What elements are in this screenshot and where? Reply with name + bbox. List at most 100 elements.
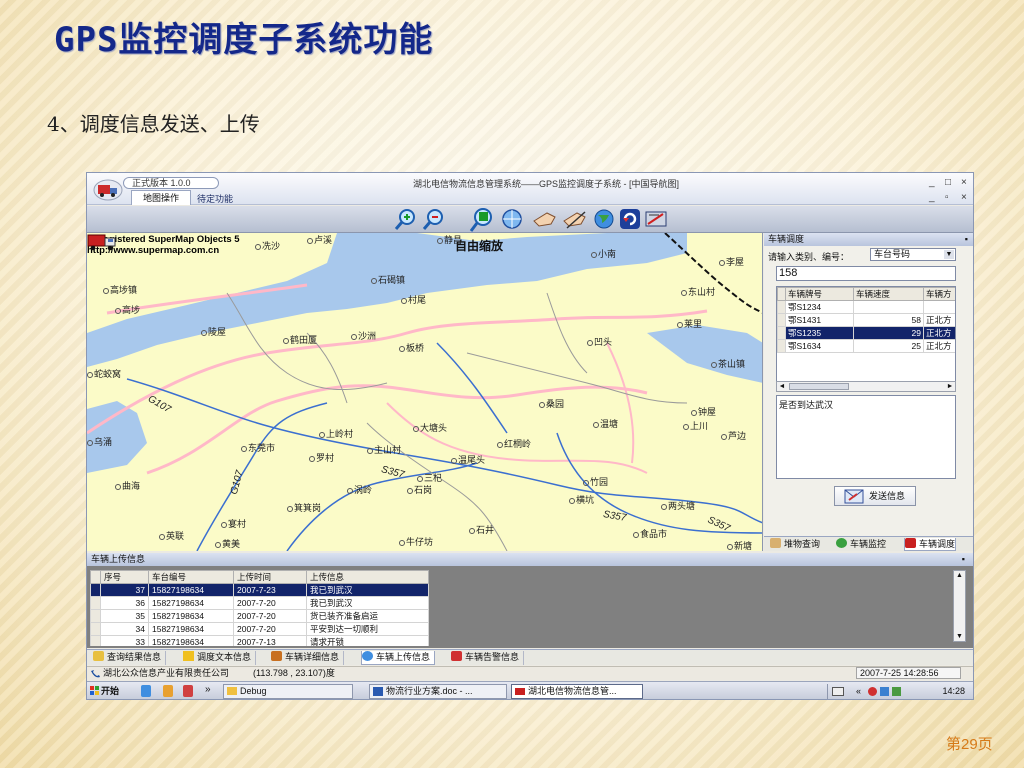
- place-label: 红桐岭: [497, 437, 531, 450]
- place-label: 钟屋: [691, 405, 716, 418]
- tab-vehicle-alarm[interactable]: 车辆告警信息: [451, 651, 525, 665]
- close-button[interactable]: ×: [961, 178, 967, 188]
- table-row[interactable]: 鄂S1431 58 正北方: [777, 313, 955, 327]
- clock[interactable]: 14:28: [942, 684, 965, 698]
- minimize-button[interactable]: _: [929, 178, 935, 188]
- table-row-selected[interactable]: 鄂S1235 29 正北方: [777, 326, 955, 340]
- zoom-in-icon[interactable]: [393, 206, 419, 233]
- measure-icon[interactable]: [561, 206, 589, 233]
- volume-icon[interactable]: [892, 687, 901, 696]
- maximize-button[interactable]: □: [945, 178, 951, 188]
- place-label: 上川: [683, 419, 708, 432]
- dispatch-panel: 车辆调度 ▪ 请输入类别、编号： 车台号码 ▼ 158 车辆牌号 车辆速度 车辆…: [764, 233, 973, 551]
- task-logistics-app[interactable]: 湖北电信物流信息管...: [511, 684, 643, 699]
- scroll-down-icon[interactable]: ▼: [954, 633, 965, 640]
- status-coordinates: (113.798 , 23.107)度: [253, 668, 335, 678]
- vehicle-grid[interactable]: 车辆牌号 车辆速度 车辆方 鄂S1234 鄂S1431 58 正北方 鄂S123…: [776, 286, 956, 382]
- table-row-selected[interactable]: 37 15827198634 2007-7-23 我已到武汉: [90, 583, 429, 597]
- vertical-scrollbar[interactable]: ▲ ▼: [953, 570, 966, 642]
- free-zoom-label: 自由缩放: [455, 239, 504, 253]
- place-label: 两头塘: [661, 499, 695, 512]
- layer-icon[interactable]: [643, 206, 671, 233]
- tray-chevron[interactable]: «: [856, 684, 861, 698]
- place-label: 石井: [469, 523, 494, 536]
- place-label: 涡岭: [347, 483, 372, 496]
- upload-icon: [362, 651, 373, 661]
- title-bar: 正式版本 1.0.0 湖北电信物流信息管理系统——GPS监控调度子系统 - [中…: [87, 173, 973, 205]
- task-debug[interactable]: Debug: [223, 684, 353, 699]
- column-header[interactable]: 序号: [100, 570, 149, 584]
- chevron-down-icon[interactable]: ▼: [944, 250, 954, 259]
- column-header[interactable]: 车辆速度: [853, 287, 924, 301]
- pin-icon[interactable]: ▪: [965, 233, 968, 246]
- tab-cargo-query[interactable]: 堆物查询: [770, 538, 820, 551]
- refresh-icon[interactable]: [617, 206, 643, 233]
- tab-vehicle-upload[interactable]: 车辆上传信息: [361, 651, 436, 665]
- slide-title: GPS监控调度子系统功能: [54, 20, 434, 60]
- table-row[interactable]: 鄂S1234: [777, 300, 955, 314]
- pin-icon[interactable]: ▪: [962, 553, 965, 566]
- column-header[interactable]: 车辆牌号: [785, 287, 854, 301]
- table-row[interactable]: 34 15827198634 2007-7-20 平安到达一切顺利: [90, 622, 429, 636]
- scroll-thumb[interactable]: [789, 383, 849, 390]
- column-header[interactable]: 上传时间: [233, 570, 307, 584]
- task-word-document[interactable]: 物流行业方案.doc - ...: [369, 684, 507, 699]
- table-row[interactable]: 36 15827198634 2007-7-20 我已到武汉: [90, 596, 429, 610]
- place-label: 曲海: [115, 479, 140, 492]
- plate-number-input[interactable]: 158: [776, 266, 956, 281]
- place-label: 村尾: [401, 293, 426, 306]
- child-restore-button[interactable]: ▫: [945, 193, 949, 203]
- tab-vehicle-dispatch[interactable]: 车辆调度: [904, 538, 957, 551]
- app-icon[interactable]: [183, 685, 193, 697]
- column-header[interactable]: 上传信息: [306, 570, 429, 584]
- tab-dispatch-text[interactable]: 调度文本信息: [183, 651, 257, 665]
- place-label: 箕箕岗: [287, 501, 321, 514]
- shield-icon[interactable]: [163, 685, 173, 697]
- send-message-button[interactable]: 发送信息: [834, 486, 916, 506]
- place-label: 东山村: [681, 285, 715, 298]
- vehicle-marker-icon[interactable]: [87, 233, 117, 251]
- full-extent-icon[interactable]: [499, 206, 525, 233]
- child-close-button[interactable]: ×: [961, 193, 967, 203]
- place-label: 英联: [159, 529, 184, 542]
- category-select[interactable]: 车台号码 ▼: [870, 248, 956, 261]
- tab-query-results[interactable]: 查询结果信息: [93, 651, 167, 665]
- globe-icon[interactable]: [591, 206, 617, 233]
- place-label: 上岭村: [319, 427, 353, 440]
- child-minimize-button[interactable]: _: [929, 193, 935, 203]
- ie-icon[interactable]: [141, 685, 151, 697]
- upload-grid[interactable]: 序号 车台编号 上传时间 上传信息 37 15827198634 2007-7-…: [90, 570, 429, 646]
- table-row[interactable]: 33 15827198634 2007-7-13 请求开锁: [90, 635, 429, 646]
- scroll-up-icon[interactable]: ▲: [954, 572, 965, 579]
- scroll-left-icon[interactable]: ◄: [777, 382, 787, 391]
- pan-hand-icon[interactable]: [531, 206, 559, 233]
- dispatch-panel-tabs: 堆物查询 车辆监控 车辆调度: [764, 536, 973, 551]
- keyboard-icon[interactable]: [832, 687, 844, 696]
- quicklaunch-chevron[interactable]: »: [205, 684, 211, 695]
- place-label: 卢溪: [307, 233, 332, 246]
- dispatch-message-input[interactable]: 是否到达武汉: [776, 395, 956, 479]
- tab-vehicle-details[interactable]: 车辆详细信息: [271, 651, 345, 665]
- security-icon[interactable]: [868, 687, 877, 696]
- status-datetime: 2007-7-25 14:28:56: [856, 667, 961, 679]
- map-view[interactable]: Unregistered SuperMap Objects 5 http://w…: [87, 233, 763, 551]
- horizontal-scrollbar[interactable]: ◄ ►: [776, 381, 956, 392]
- word-icon: [373, 687, 383, 696]
- table-row[interactable]: 鄂S1634 25 正北方: [777, 339, 955, 353]
- table-row[interactable]: 35 15827198634 2007-7-20 货已装齐准备启运: [90, 609, 429, 623]
- start-button[interactable]: 开始: [89, 684, 129, 699]
- folder-icon: [227, 687, 237, 695]
- free-zoom-icon[interactable]: [469, 206, 497, 233]
- column-header[interactable]: 车辆方: [923, 287, 955, 301]
- truck-icon: [271, 651, 282, 661]
- tab-pending-functions[interactable]: 待定功能: [197, 192, 233, 205]
- tab-vehicle-monitor[interactable]: 车辆监控: [836, 538, 886, 551]
- zoom-out-icon[interactable]: [421, 206, 447, 233]
- tab-map-operations[interactable]: 地图操作: [131, 190, 191, 205]
- scroll-right-icon[interactable]: ►: [945, 382, 955, 391]
- network-icon[interactable]: [880, 687, 889, 696]
- column-header[interactable]: 车台编号: [148, 570, 234, 584]
- slide-subtitle: 4、调度信息发送、上传: [47, 112, 260, 136]
- place-label: 罗村: [309, 451, 334, 464]
- place-label: 乌涌: [87, 435, 112, 448]
